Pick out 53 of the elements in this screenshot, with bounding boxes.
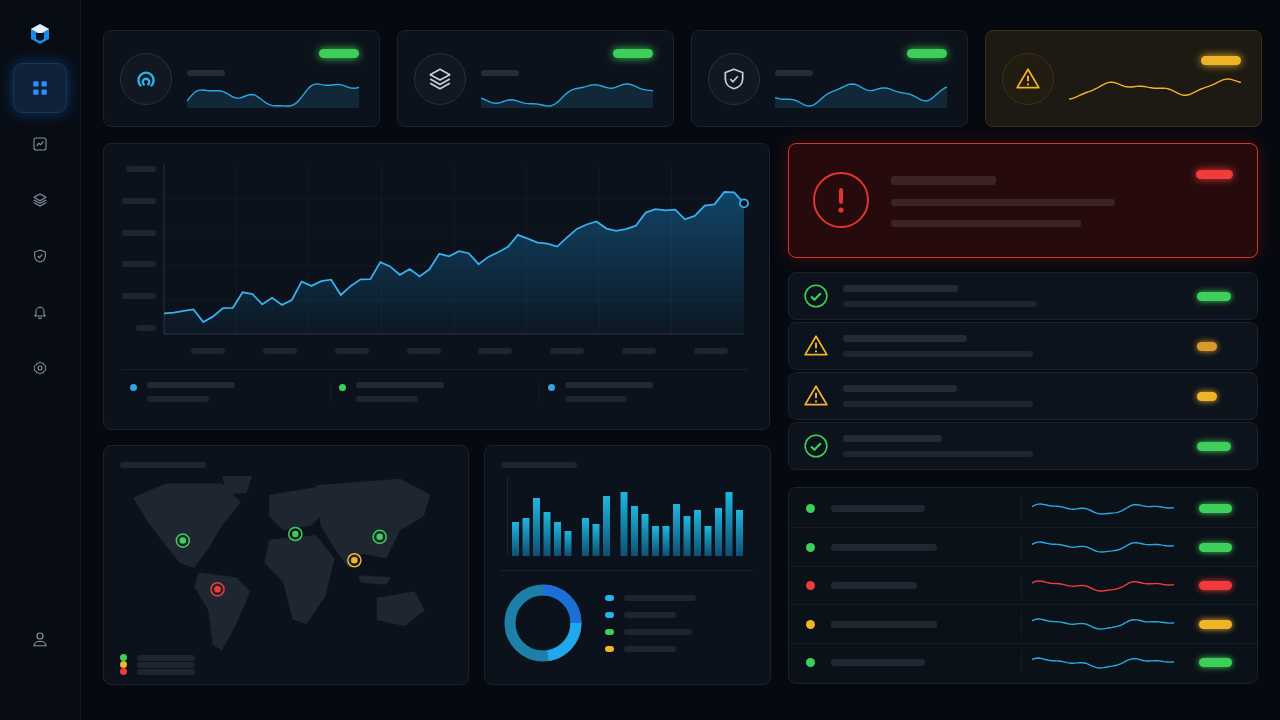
status-pill (1199, 581, 1232, 590)
status-row[interactable] (788, 322, 1258, 370)
warning-icon (803, 383, 829, 409)
bar (704, 526, 712, 556)
bar (564, 531, 572, 556)
bar (715, 508, 722, 556)
status-row[interactable] (788, 422, 1258, 470)
text-placeholder (775, 70, 813, 76)
status-pill (1196, 170, 1233, 179)
logo-icon (28, 22, 52, 46)
bar (725, 492, 733, 556)
bar (736, 510, 743, 556)
status-pill (1199, 619, 1232, 629)
line-chart-icon (32, 136, 48, 152)
bar (512, 522, 519, 556)
bar (641, 514, 649, 556)
bar (582, 518, 589, 556)
bar (620, 492, 628, 556)
status-pill (1199, 504, 1232, 513)
settings-icon (32, 360, 48, 376)
bar (603, 496, 610, 556)
bell-icon (32, 304, 48, 320)
bar (631, 506, 638, 556)
alert-icon (813, 172, 869, 228)
bar (652, 526, 659, 556)
bar (683, 516, 691, 556)
nav-button[interactable] (13, 63, 67, 113)
map-marker[interactable] (347, 552, 362, 568)
bar (694, 510, 701, 556)
warning-icon (803, 333, 829, 359)
bar (662, 526, 670, 556)
user-icon[interactable] (31, 630, 49, 648)
bar (543, 512, 551, 556)
status-row[interactable] (788, 372, 1258, 420)
bar (673, 504, 680, 556)
map-marker[interactable] (175, 533, 191, 548)
bar (533, 498, 540, 556)
map-marker[interactable] (288, 526, 303, 542)
status-pill (1199, 658, 1232, 667)
check-circle-icon (803, 283, 829, 309)
bar (522, 518, 530, 556)
status-row[interactable] (788, 272, 1258, 320)
shield-icon (32, 248, 48, 264)
bar (592, 524, 600, 556)
check-circle-icon (803, 433, 829, 459)
layers-icon (32, 192, 48, 208)
grid-icon (31, 79, 49, 97)
bar (554, 522, 561, 556)
status-pill (1199, 542, 1232, 552)
map-marker[interactable] (372, 529, 387, 545)
map-marker[interactable] (210, 582, 225, 597)
text-placeholder (481, 70, 519, 76)
text-placeholder (187, 70, 225, 76)
